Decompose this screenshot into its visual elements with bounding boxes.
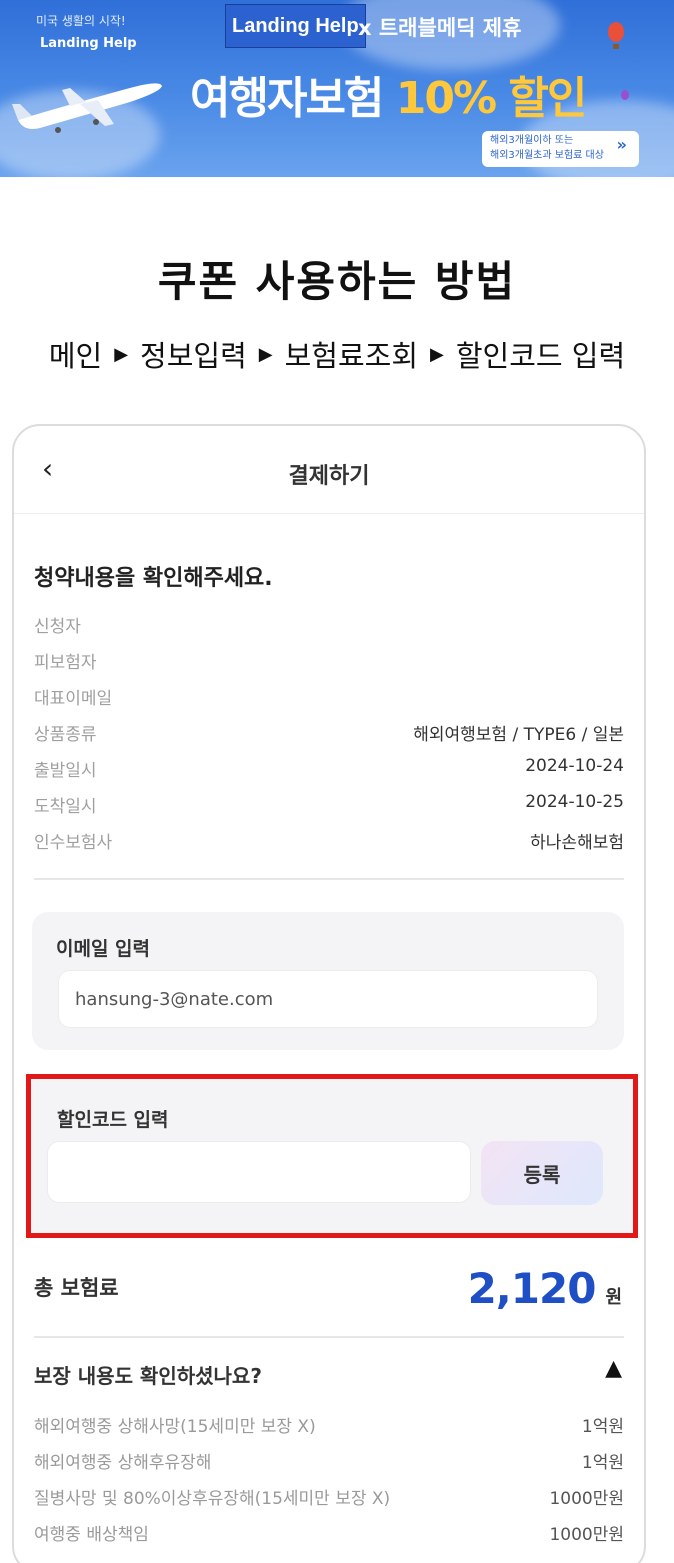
info-label: 도착일시 <box>34 797 97 817</box>
info-value: 2024-10-25 <box>525 792 624 812</box>
info-row: 출발일시 2024-10-24 <box>34 756 624 781</box>
info-row: 대표이메일 <box>34 684 624 709</box>
info-row: 인수보험사 하나손해보험 <box>34 828 624 853</box>
headline-highlight: 10% 할인 <box>395 73 588 124</box>
total-premium-label: 총 보험료 <box>34 1276 119 1300</box>
banner-headline: 여행자보험 10% 할인 <box>190 62 588 126</box>
step-discount-code: 할인코드 입력 <box>455 339 626 373</box>
double-chevron-right-icon: » <box>616 135 627 154</box>
screen-title: 결제하기 <box>288 464 370 489</box>
coverage-value: 1000만원 <box>549 1489 624 1509</box>
howto-steps: 메인 ▶ 정보입력 ▶ 보험료조회 ▶ 할인코드 입력 <box>0 333 674 375</box>
coverage-row: 해외여행중 상해사망(15세미만 보장 X) 1억원 <box>34 1412 624 1437</box>
info-label: 피보험자 <box>34 653 97 673</box>
coverage-row: 여행중 배상책임 1000만원 <box>34 1520 624 1545</box>
banner-condition-box[interactable]: 해외3개월이하 또는 해외3개월초과 보험료 대상 » <box>482 131 639 167</box>
divider <box>34 1336 624 1338</box>
info-value: 하나손해보험 <box>530 833 624 853</box>
info-label: 출발일시 <box>34 761 97 781</box>
total-premium-unit: 원 <box>605 1287 622 1308</box>
condition-line-1: 해외3개월이하 또는 <box>490 135 574 146</box>
banner-tagline: 미국 생활의 시작! <box>36 14 126 28</box>
info-row: 피보험자 <box>34 648 624 673</box>
info-row: 도착일시 2024-10-25 <box>34 792 624 817</box>
arrow-right-icon: ▶ <box>430 343 444 365</box>
info-row: 신청자 <box>34 612 624 637</box>
promo-banner[interactable]: 미국 생활의 시작! Landing Help Landing Help x 트… <box>0 0 674 177</box>
coverage-row: 해외여행중 상해후유장해 1억원 <box>34 1448 624 1473</box>
total-premium: 2,120 원 <box>468 1264 622 1313</box>
info-value: 해외여행보험 / TYPE6 / 일본 <box>413 725 624 745</box>
coverage-label: 해외여행중 상해후유장해 <box>34 1453 212 1473</box>
coverage-label: 해외여행중 상해사망(15세미만 보장 X) <box>34 1417 316 1437</box>
info-label: 상품종류 <box>34 725 97 745</box>
coverage-label: 질병사망 및 80%이상후유장해(15세미만 보장 X) <box>34 1489 391 1509</box>
coverage-value: 1억원 <box>581 1453 624 1473</box>
coverage-value: 1000만원 <box>549 1525 624 1545</box>
partner-logo-box: Landing Help <box>225 4 366 48</box>
collapse-triangle-icon[interactable]: ▲ <box>605 1356 622 1381</box>
step-main: 메인 <box>48 339 103 373</box>
condition-line-2: 해외3개월초과 보험료 대상 <box>490 150 604 161</box>
discount-code-section: 할인코드 입력 등록 <box>26 1074 638 1238</box>
partner-text: x 트래블메딕 제휴 <box>358 16 522 40</box>
divider <box>34 878 624 880</box>
partner-brand: Landing Help <box>232 14 359 37</box>
screen-header: ‹ 결제하기 <box>14 426 644 514</box>
discount-code-label: 할인코드 입력 <box>57 1109 169 1131</box>
hot-air-balloon-icon <box>621 90 629 100</box>
info-label: 대표이메일 <box>34 689 113 709</box>
email-section: 이메일 입력 hansung-3@nate.com <box>32 912 624 1050</box>
payment-screen: ‹ 결제하기 청약내용을 확인해주세요. 신청자 피보험자 대표이메일 상품종류… <box>12 424 646 1563</box>
info-label: 신청자 <box>34 617 81 637</box>
coverage-label: 여행중 배상책임 <box>34 1525 149 1545</box>
discount-code-input[interactable] <box>47 1141 471 1203</box>
airplane-icon <box>12 83 162 133</box>
arrow-right-icon: ▶ <box>114 343 129 365</box>
howto-title: 쿠폰 사용하는 방법 <box>157 257 517 306</box>
headline-main: 여행자보험 <box>190 73 396 124</box>
step-premium-lookup: 보험료조회 <box>284 339 419 373</box>
info-label: 인수보험사 <box>34 833 113 853</box>
info-value: 2024-10-24 <box>525 756 624 776</box>
register-button[interactable]: 등록 <box>481 1141 603 1205</box>
arrow-right-icon: ▶ <box>258 343 273 365</box>
email-label: 이메일 입력 <box>56 938 151 960</box>
banner-brand: Landing Help <box>40 36 137 51</box>
email-field[interactable]: hansung-3@nate.com <box>58 970 598 1028</box>
total-premium-amount: 2,120 <box>467 1264 597 1313</box>
coverage-heading: 보장 내용도 확인하셨나요? <box>34 1364 262 1388</box>
coverage-row: 질병사망 및 80%이상후유장해(15세미만 보장 X) 1000만원 <box>34 1484 624 1509</box>
coverage-value: 1억원 <box>581 1417 624 1437</box>
step-info-input: 정보입력 <box>140 339 247 373</box>
info-row: 상품종류 해외여행보험 / TYPE6 / 일본 <box>34 720 624 745</box>
hot-air-balloon-icon <box>608 22 624 49</box>
confirm-heading: 청약내용을 확인해주세요. <box>34 566 273 591</box>
